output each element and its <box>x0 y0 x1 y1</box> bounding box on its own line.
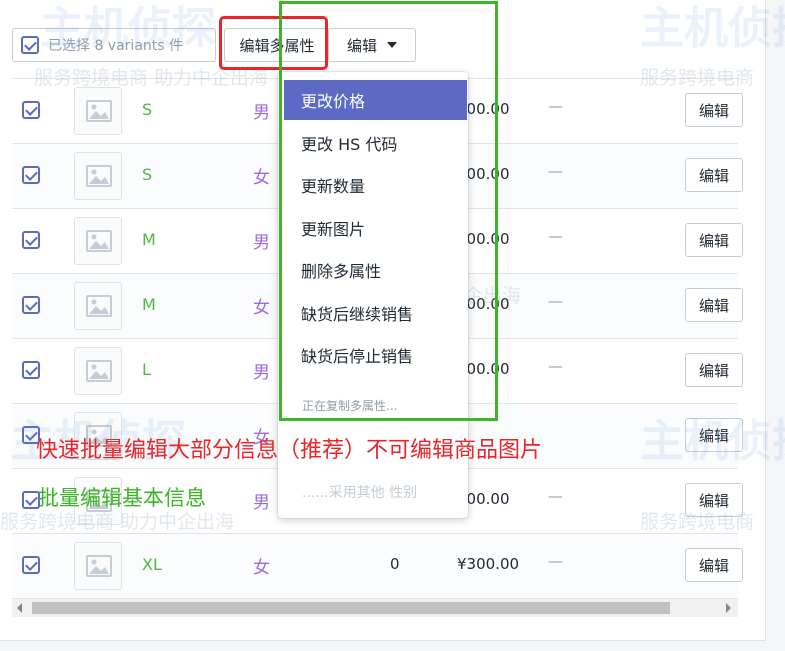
image-icon <box>86 100 112 122</box>
other-option-status: ......采用其他 性别 <box>302 485 418 501</box>
edit-variant-button[interactable]: 编辑 <box>685 93 743 127</box>
variant-price: ¥300.00 <box>457 555 520 573</box>
image-icon <box>86 555 112 577</box>
scroll-right-arrow-icon[interactable] <box>726 603 731 613</box>
variant-size: S <box>142 100 153 119</box>
row-checkbox[interactable] <box>22 556 40 574</box>
image-placeholder[interactable] <box>74 347 122 395</box>
image-placeholder[interactable] <box>74 87 122 135</box>
image-placeholder[interactable] <box>74 152 122 200</box>
variant-gender: 男 <box>253 233 270 253</box>
image-icon <box>86 360 112 382</box>
image-icon <box>86 295 112 317</box>
image-placeholder[interactable] <box>74 217 122 265</box>
table-row: XL 女 0 ¥300.00 — 编辑 <box>12 533 743 598</box>
variant-sku: — <box>548 552 563 570</box>
variant-sku: — <box>548 487 563 505</box>
variant-gender: 男 <box>253 363 270 383</box>
edit-variant-button[interactable]: 编辑 <box>685 353 743 387</box>
variant-sku: — <box>548 162 563 180</box>
image-icon <box>86 230 112 252</box>
edit-variant-button[interactable]: 编辑 <box>685 223 743 257</box>
annotation-green-text: 批量编辑基本信息 <box>38 486 206 510</box>
watermark-logo: 主机侦探 <box>640 416 785 467</box>
select-all-checkbox[interactable] <box>21 36 39 54</box>
image-placeholder[interactable] <box>74 542 122 590</box>
variant-size: S <box>142 165 153 184</box>
scroll-left-arrow-icon[interactable] <box>17 603 22 613</box>
watermark-slogan: 服务跨境电商 <box>640 67 755 89</box>
variant-gender: 女 <box>253 168 270 188</box>
variant-sku: — <box>548 357 563 375</box>
edit-variant-button[interactable]: 编辑 <box>685 548 743 582</box>
watermark-logo: 主机侦探 <box>640 3 785 54</box>
image-placeholder[interactable] <box>74 282 122 330</box>
watermark-slogan: 服务跨境电商 <box>640 511 755 533</box>
variant-sku: — <box>548 97 563 115</box>
variant-size: M <box>142 295 156 314</box>
row-checkbox[interactable] <box>22 166 40 184</box>
edit-variant-button[interactable]: 编辑 <box>685 158 743 192</box>
variant-sku: — <box>548 292 563 310</box>
annotation-red-text: 快速批量编辑大部分信息（推荐）不可编辑商品图片 <box>36 438 543 463</box>
variant-gender: 男 <box>253 103 270 123</box>
image-icon <box>86 165 112 187</box>
edit-variant-button[interactable]: 编辑 <box>685 288 743 322</box>
variant-qty: 0 <box>390 555 400 573</box>
annotation-green-box <box>279 1 498 421</box>
scrollbar-thumb[interactable] <box>32 602 670 614</box>
variant-size: L <box>142 360 151 379</box>
variant-size: XL <box>142 555 162 574</box>
variant-gender: 女 <box>253 558 270 578</box>
variant-gender: 女 <box>253 298 270 318</box>
variant-size: M <box>142 230 156 249</box>
row-checkbox[interactable] <box>22 361 40 379</box>
variant-sku: — <box>548 227 563 245</box>
row-checkbox[interactable] <box>22 101 40 119</box>
row-checkbox[interactable] <box>22 296 40 314</box>
row-checkbox[interactable] <box>22 231 40 249</box>
variant-gender: 男 <box>253 493 270 513</box>
watermark-logo: 主机侦探 <box>40 3 216 54</box>
horizontal-scrollbar[interactable] <box>12 598 738 617</box>
